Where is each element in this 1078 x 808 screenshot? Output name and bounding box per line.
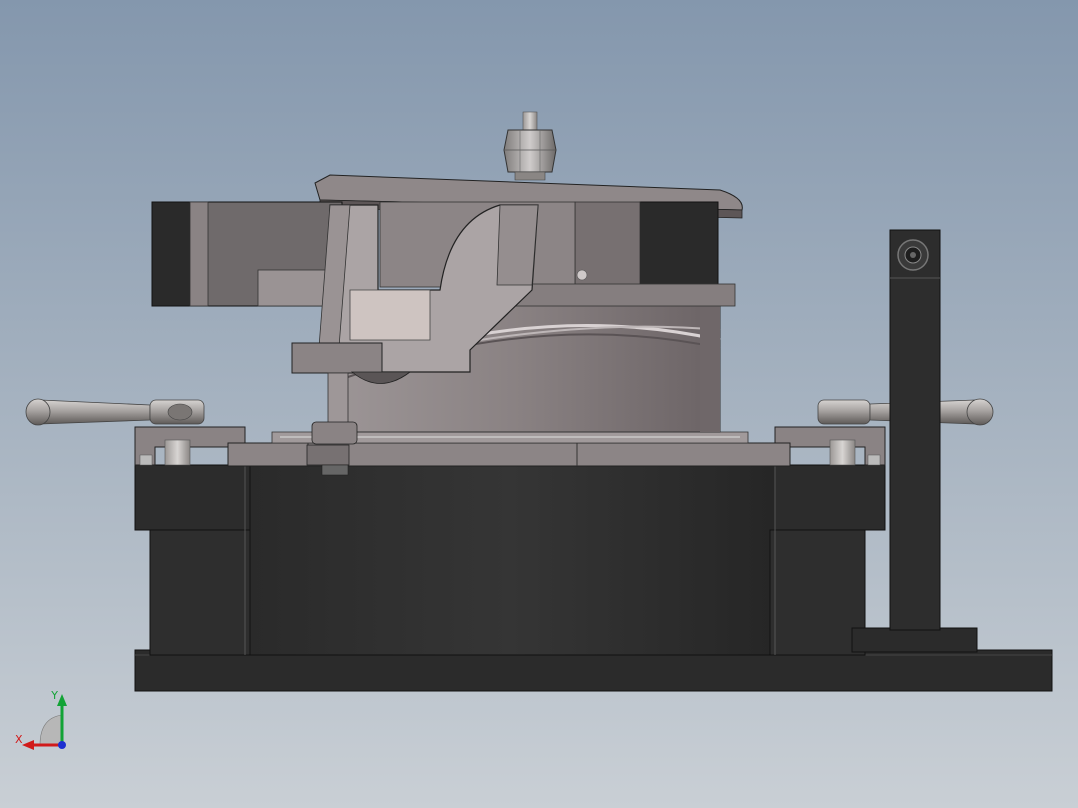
triad-y-label: Y: [50, 689, 58, 702]
orientation-triad: Y X: [15, 689, 67, 750]
base-plate[interactable]: [134, 649, 1053, 692]
top-nut-stud[interactable]: [503, 111, 557, 181]
cad-graphics-viewport[interactable]: Y X: [0, 0, 1078, 808]
triad-x-label: X: [15, 733, 23, 746]
x-axis-arrow-icon: [22, 740, 34, 750]
left-clamp-handle[interactable]: [25, 398, 205, 426]
triad-z-axis: [58, 741, 66, 749]
cad-model-scene[interactable]: Y X: [0, 0, 1078, 808]
main-housing[interactable]: [134, 464, 886, 656]
y-axis-arrow-icon: [57, 694, 67, 706]
triad-quarter-disc: [39, 714, 63, 746]
right-bracket[interactable]: [774, 426, 886, 466]
